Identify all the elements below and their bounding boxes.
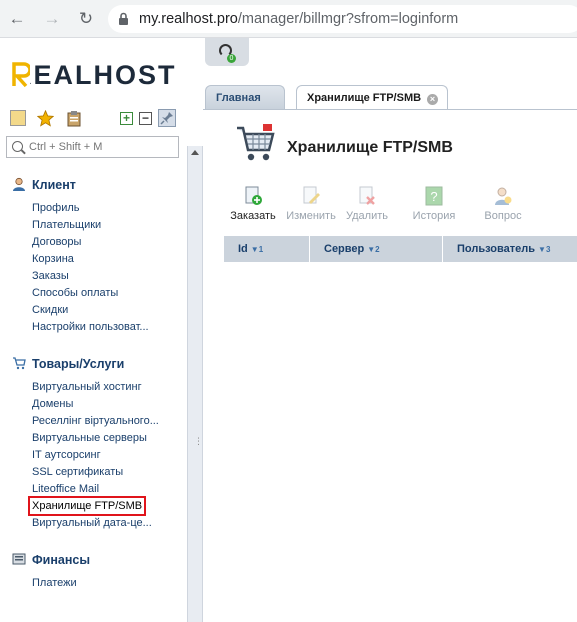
order-button[interactable]: Заказать	[229, 186, 277, 222]
menu-tree-icon[interactable]	[10, 110, 26, 126]
menu-search[interactable]	[6, 136, 179, 158]
clipboard-icon[interactable]	[66, 110, 82, 127]
edit-document-icon	[303, 186, 320, 204]
menu-item-liteoffice-mail[interactable]: Liteoffice Mail	[32, 483, 99, 495]
main-panel: 0 Главная Хранилище FTP/SMB × Хранилище F…	[203, 38, 577, 584]
delete-button[interactable]: Удалить	[343, 186, 391, 222]
sort-icon: ▼1	[250, 245, 264, 254]
back-icon[interactable]: ←	[6, 8, 28, 30]
menu-item-it-outsourcing[interactable]: IT аутсорсинг	[32, 449, 101, 461]
menu-item-reseller[interactable]: Реселлінг віртуального...	[32, 415, 159, 427]
section-products[interactable]: Товары/Услуги	[12, 356, 124, 371]
collapse-arrow-icon[interactable]	[191, 150, 199, 155]
tab-home-label: Главная	[216, 92, 261, 104]
url-text: my.realhost.pro/manager/billmgr?sfrom=lo…	[139, 11, 459, 27]
delete-document-icon	[359, 186, 375, 205]
column-id[interactable]: Id ▼1	[224, 236, 310, 262]
sidebar-tools: + −	[10, 109, 180, 128]
history-icon: ?	[425, 186, 443, 206]
menu-item-cart[interactable]: Корзина	[32, 253, 74, 265]
menu-item-payments[interactable]: Платежи	[32, 577, 77, 589]
menu-item-virtual-datacenter[interactable]: Виртуальный дата-це...	[32, 517, 152, 529]
menu-item-profile[interactable]: Профиль	[32, 202, 80, 214]
client-user-icon	[13, 177, 25, 191]
menu-item-virtual-servers[interactable]: Виртуальные серверы	[32, 432, 147, 444]
section-client[interactable]: Клиент	[12, 177, 76, 192]
content-area: Хранилище FTP/SMB Заказать Изменить Удал…	[203, 110, 577, 584]
collapse-all-icon[interactable]: −	[139, 112, 152, 125]
favorites-star-icon[interactable]	[37, 110, 54, 127]
menu-item-contracts[interactable]: Договоры	[32, 236, 81, 248]
column-server[interactable]: Сервер ▼2	[310, 236, 443, 262]
finance-icon	[12, 553, 26, 565]
menu-item-discounts[interactable]: Скидки	[32, 304, 68, 316]
menu-item-user-settings[interactable]: Настройки пользоват...	[32, 321, 149, 333]
column-user[interactable]: Пользователь ▼3	[443, 236, 577, 262]
grid-header: Id ▼1 Сервер ▼2 Пользователь ▼3	[224, 236, 577, 262]
menu-item-payers[interactable]: Плательщики	[32, 219, 101, 231]
menu-item-domains[interactable]: Домены	[32, 398, 73, 410]
svg-text:?: ?	[430, 189, 437, 204]
tab-ftp-storage[interactable]: Хранилище FTP/SMB ×	[296, 85, 448, 110]
sort-icon: ▼3	[538, 245, 551, 254]
lock-icon	[119, 12, 128, 25]
page-toolbar: Заказать Изменить Удалить ? История Вопр…	[227, 186, 567, 226]
menu-item-ssl[interactable]: SSL сертификаты	[32, 466, 123, 478]
menu-item-ftp-storage[interactable]: Хранилище FTP/SMB	[27, 496, 147, 516]
edit-button[interactable]: Изменить	[283, 186, 339, 222]
question-button[interactable]: Вопрос	[481, 186, 525, 222]
support-button[interactable]: 0	[205, 38, 249, 66]
shopping-cart-icon	[13, 357, 26, 370]
history-button[interactable]: ? История	[411, 186, 457, 222]
address-bar[interactable]: my.realhost.pro/manager/billmgr?sfrom=lo…	[108, 5, 577, 33]
sidebar: REALHOST + − Клиент Профиль Платель	[0, 38, 203, 622]
logo-accent-icon	[12, 62, 30, 88]
grip-icon: ⋮	[194, 436, 203, 446]
page-title: Хранилище FTP/SMB	[287, 139, 453, 156]
forward-icon[interactable]: →	[41, 8, 63, 30]
sort-icon: ▼2	[367, 245, 380, 254]
browser-toolbar: ← → ↻ my.realhost.pro/manager/billmgr?sf…	[0, 0, 577, 38]
sidebar-splitter[interactable]: ⋮	[187, 146, 203, 622]
tab-ftp-storage-label: Хранилище FTP/SMB	[307, 92, 422, 104]
search-icon	[12, 141, 23, 152]
section-finance[interactable]: Финансы	[12, 552, 90, 567]
support-badge: 0	[227, 54, 236, 63]
question-user-icon	[495, 187, 512, 205]
menu-item-payment-methods[interactable]: Способы оплаты	[32, 287, 118, 299]
reload-icon[interactable]: ↻	[75, 8, 97, 30]
tab-home[interactable]: Главная	[205, 85, 285, 110]
expand-all-icon[interactable]: +	[120, 112, 133, 125]
menu-search-input[interactable]	[29, 141, 174, 153]
top-strip: 0	[203, 38, 577, 82]
pin-icon[interactable]	[158, 109, 176, 127]
realhost-logo[interactable]: REALHOST	[12, 60, 177, 91]
tab-bar: Главная Хранилище FTP/SMB ×	[203, 82, 577, 110]
menu-item-virtual-hosting[interactable]: Виртуальный хостинг	[32, 381, 142, 393]
menu-item-orders[interactable]: Заказы	[32, 270, 69, 282]
shopping-cart-icon	[237, 124, 275, 161]
add-document-icon	[245, 186, 262, 205]
close-tab-icon[interactable]: ×	[427, 94, 439, 105]
